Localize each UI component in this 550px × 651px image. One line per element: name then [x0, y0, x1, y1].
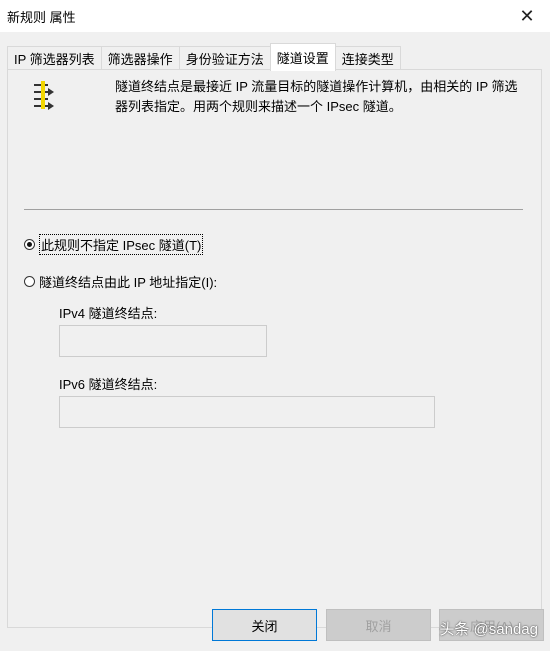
tunnel-endpoint-icon	[34, 81, 54, 110]
window-title: 新规则 属性	[7, 10, 76, 25]
tab-strip: IP 筛选器列表 筛选器操作 身份验证方法 隧道设置 连接类型	[7, 43, 401, 71]
radio-button[interactable]	[24, 239, 35, 250]
ipv6-endpoint-label: IPv6 隧道终结点:	[59, 377, 158, 392]
close-button[interactable]: 关闭	[212, 609, 317, 641]
ipv4-endpoint-label: IPv4 隧道终结点:	[59, 306, 158, 321]
radio-tunnel-by-ip[interactable]: 隧道终结点由此 IP 地址指定(I):	[24, 272, 217, 291]
tab-authentication-methods[interactable]: 身份验证方法	[178, 46, 271, 70]
tab-filter-action[interactable]: 筛选器操作	[100, 46, 180, 70]
radio-no-tunnel-label: 此规则不指定 IPsec 隧道(T)	[39, 234, 204, 255]
radio-button[interactable]	[24, 276, 35, 287]
ipv6-endpoint-input[interactable]	[59, 396, 435, 428]
tab-ip-filter-list[interactable]: IP 筛选器列表	[7, 46, 102, 70]
tab-connection-type[interactable]: 连接类型	[334, 46, 401, 70]
tunnel-description: 隧道终结点是最接近 IP 流量目标的隧道操作计算机，由相关的 IP 筛选器列表指…	[115, 79, 518, 114]
cancel-button[interactable]: 取消	[326, 609, 431, 641]
title-bar: 新规则 属性 ✕	[0, 0, 550, 32]
close-icon[interactable]: ✕	[504, 0, 550, 32]
ipv4-endpoint-input[interactable]	[59, 325, 267, 357]
divider	[24, 209, 523, 210]
tab-tunnel-settings[interactable]: 隧道设置	[269, 43, 336, 71]
radio-no-tunnel[interactable]: 此规则不指定 IPsec 隧道(T)	[24, 234, 204, 255]
radio-tunnel-by-ip-label: 隧道终结点由此 IP 地址指定(I):	[39, 275, 218, 290]
apply-button[interactable]: 应用(A)	[439, 609, 544, 641]
